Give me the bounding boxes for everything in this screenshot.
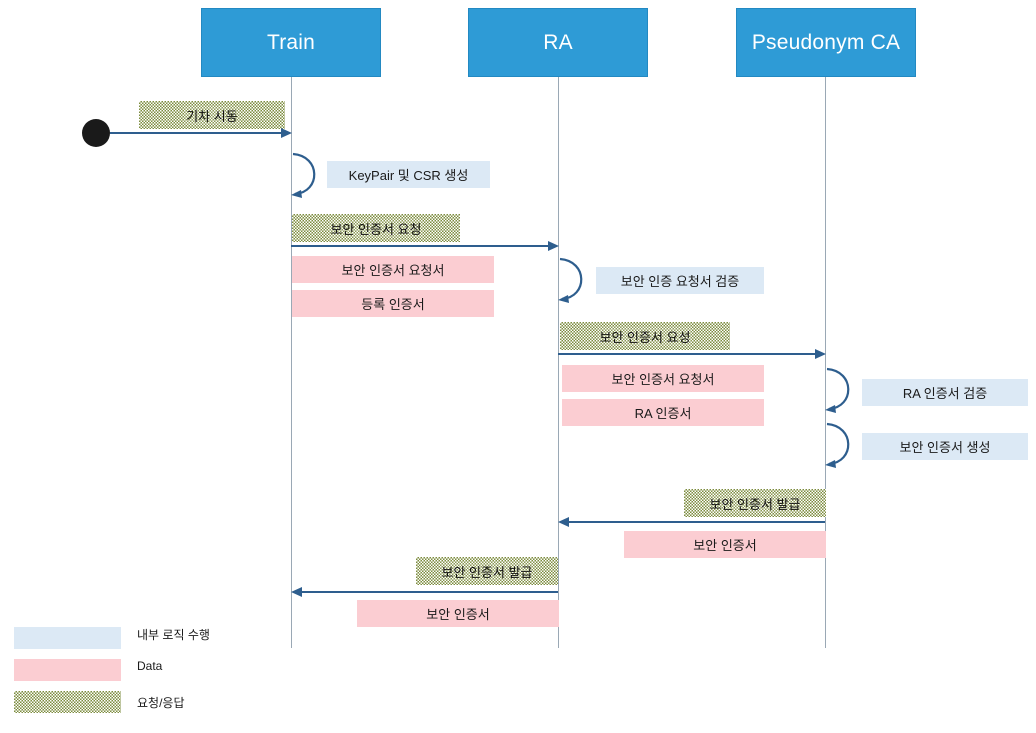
data-label-d6-text: 보안 인증서 [426, 607, 490, 622]
message-arrowhead-m2 [548, 241, 559, 251]
data-label-d5-text: 보안 인증서 [693, 538, 757, 553]
message-label-m2: 보안 인증서 요청 [292, 214, 460, 242]
message-label-s3-text: RA 인증서 검증 [902, 386, 988, 401]
lifeline-header-ra-label: RA [543, 30, 573, 54]
legend-swatch-request [14, 691, 121, 713]
message-label-s4: 보안 인증서 생성 [862, 433, 1028, 460]
legend-swatch-data [14, 659, 121, 681]
message-label-m5: 보안 인증서 발급 [416, 557, 558, 585]
lifeline-header-ra[interactable]: RA [468, 8, 648, 77]
message-label-m3: 보안 인증서 요성 [560, 322, 730, 350]
message-label-s1-text: KeyPair 및 CSR 생성 [348, 168, 469, 183]
message-label-m4-text: 보안 인증서 발급 [707, 493, 803, 513]
message-label-m1: 기차 시동 [139, 101, 285, 129]
lifeline-header-pseudonym-ca[interactable]: Pseudonym CA [736, 8, 916, 77]
legend-label-logic: 내부 로직 수행 [137, 628, 210, 642]
message-arrowhead-m4 [558, 517, 569, 527]
lifeline-line-pseudonym-ca [825, 77, 826, 648]
start-node [82, 119, 110, 147]
lifeline-header-train-label: Train [266, 30, 316, 54]
legend-label-request: 요청/응답 [137, 696, 185, 710]
message-label-s1: KeyPair 및 CSR 생성 [327, 161, 490, 188]
message-arrow-m2 [291, 245, 549, 247]
message-arrow-m5 [301, 591, 558, 593]
data-label-d2-text: 등록 인증서 [361, 297, 425, 312]
data-label-d5: 보안 인증서 [624, 531, 826, 558]
message-arrow-m4 [568, 521, 825, 523]
data-label-d3-text: 보안 인증서 요청서 [611, 372, 715, 387]
message-arrowhead-m3 [815, 349, 826, 359]
message-label-s2: 보안 인증 요청서 검증 [596, 267, 764, 294]
self-message-s4 [825, 420, 865, 468]
lifeline-header-train[interactable]: Train [201, 8, 381, 77]
message-label-m2-text: 보안 인증서 요청 [328, 218, 424, 238]
self-message-s1 [291, 150, 331, 198]
message-label-m4: 보안 인증서 발급 [684, 489, 826, 517]
message-label-m1-text: 기차 시동 [184, 105, 240, 125]
data-label-d3: 보안 인증서 요청서 [562, 365, 764, 392]
lifeline-line-ra [558, 77, 559, 648]
sequence-diagram-canvas: Train RA Pseudonym CA 기차 시동 KeyPair 및 CS… [0, 0, 1036, 733]
legend-swatch-logic [14, 627, 121, 649]
legend-label-data: Data [137, 659, 163, 673]
self-message-s2 [558, 255, 598, 303]
lifeline-header-pseudonym-ca-label: Pseudonym CA [751, 30, 901, 54]
data-label-d2: 등록 인증서 [292, 290, 494, 317]
message-label-s4-text: 보안 인증서 생성 [899, 440, 991, 455]
data-label-d1: 보안 인증서 요청서 [292, 256, 494, 283]
message-arrow-m1 [110, 132, 282, 134]
message-arrowhead-m1 [281, 128, 292, 138]
data-label-d1-text: 보안 인증서 요청서 [341, 263, 445, 278]
message-label-m3-text: 보안 인증서 요성 [597, 326, 693, 346]
message-arrow-m3 [558, 353, 816, 355]
data-label-d4-text: RA 인증서 [634, 406, 692, 421]
data-label-d4: RA 인증서 [562, 399, 764, 426]
data-label-d6: 보안 인증서 [357, 600, 559, 627]
message-arrowhead-m5 [291, 587, 302, 597]
message-label-s2-text: 보안 인증 요청서 검증 [620, 274, 740, 289]
message-label-m5-text: 보안 인증서 발급 [439, 561, 535, 581]
message-label-s3: RA 인증서 검증 [862, 379, 1028, 406]
self-message-s3 [825, 365, 865, 413]
